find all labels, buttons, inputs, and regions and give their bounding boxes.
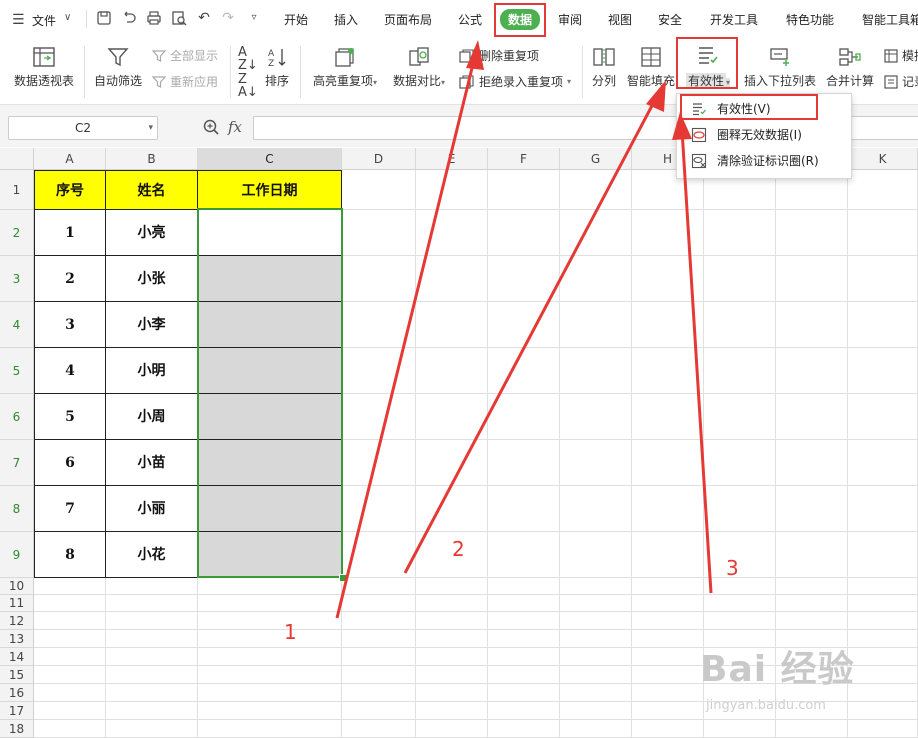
annotation-label-1: 1 <box>284 620 297 644</box>
annotation-arrow-2 <box>403 99 657 574</box>
annotation-arrow-3 <box>680 129 713 594</box>
annotation-arrow-1 <box>335 59 476 619</box>
annotation-arrowhead-1 <box>466 40 484 70</box>
annotation-arrows <box>335 40 713 619</box>
annotation-label-2: 2 <box>452 537 465 561</box>
baidu-watermark: Bai 经验 <box>700 649 855 690</box>
watermark-url: jingyan.baidu.com <box>706 698 826 713</box>
annotation-arrowhead-3 <box>672 112 692 140</box>
annotation-label-3: 3 <box>726 556 739 580</box>
annotation-arrowhead-2 <box>646 80 666 112</box>
